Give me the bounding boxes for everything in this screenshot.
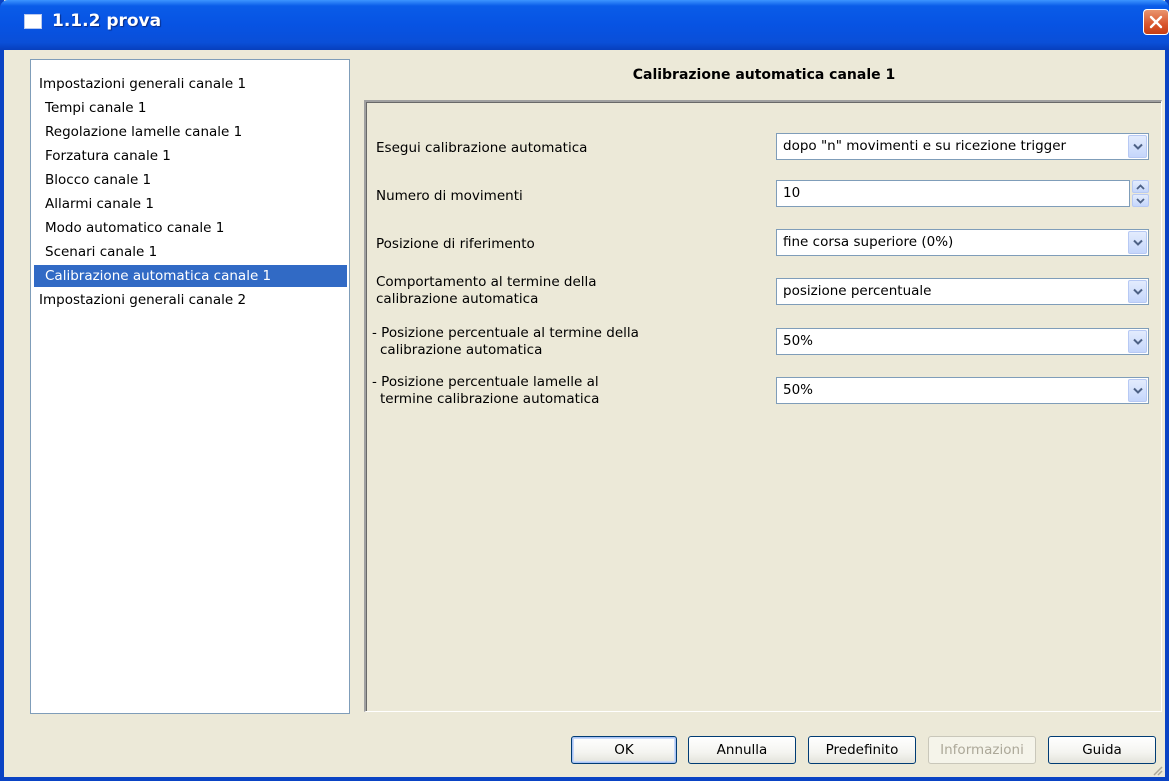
param-label-line: Numero di movimenti [376, 188, 523, 204]
chevron-down-icon [1136, 198, 1145, 204]
param-label-line: calibrazione automatica [376, 291, 539, 307]
chevron-down-icon [1133, 239, 1143, 246]
tree-item-label: Blocco canale 1 [45, 172, 152, 188]
tree-item-label: Calibrazione automatica canale 1 [34, 265, 347, 287]
tree-item[interactable]: Allarmi canale 1 [31, 192, 349, 216]
param-label-line: Posizione di riferimento [376, 236, 535, 252]
tree-item-label: Impostazioni generali canale 1 [39, 76, 247, 92]
param-label-line: termine calibrazione automatica [380, 391, 600, 407]
tree-item[interactable]: Tempi canale 1 [31, 96, 349, 120]
select-value: 50% [783, 333, 814, 349]
dropdown-button[interactable] [1128, 135, 1147, 158]
movements-count-stepper[interactable] [1132, 180, 1149, 207]
select-value: dopo "n" movimenti e su ricezione trigge… [783, 138, 1067, 154]
chevron-down-icon [1133, 288, 1143, 295]
param-label: Numero di movimenti [376, 188, 523, 205]
close-icon [1149, 15, 1163, 29]
param-label: - Posizione percentuale lamelle al termi… [372, 374, 599, 408]
tree-item-label: Modo automatico canale 1 [45, 220, 225, 236]
parameter-panel: Esegui calibrazione automatica dopo "n" … [364, 100, 1162, 712]
param-label: Esegui calibrazione automatica [376, 140, 587, 157]
dropdown-button[interactable] [1128, 379, 1147, 402]
param-label-line: - Posizione percentuale al termine della [372, 325, 639, 341]
param-label: Posizione di riferimento [376, 236, 535, 253]
param-label-line: - Posizione percentuale lamelle al [372, 374, 599, 390]
param-label: Comportamento al termine della calibrazi… [376, 274, 597, 308]
reference-position-select[interactable]: fine corsa superiore (0%) [776, 229, 1149, 256]
resize-grip-icon[interactable] [1150, 763, 1164, 777]
stepper-up-button[interactable] [1132, 180, 1149, 193]
default-button[interactable]: Predefinito [808, 736, 916, 764]
dropdown-button[interactable] [1128, 280, 1147, 303]
end-behavior-select[interactable]: posizione percentuale [776, 278, 1149, 305]
tree-item[interactable]: Blocco canale 1 [31, 168, 349, 192]
chevron-down-icon [1133, 387, 1143, 394]
chevron-down-icon [1133, 338, 1143, 345]
close-button[interactable] [1143, 9, 1169, 35]
param-label-line: Esegui calibrazione automatica [376, 140, 588, 156]
tree-item-label: Scenari canale 1 [45, 244, 158, 260]
parameter-tree[interactable]: Impostazioni generali canale 1 Tempi can… [30, 59, 350, 714]
info-button: Informazioni [928, 736, 1036, 764]
select-value: fine corsa superiore (0%) [783, 234, 954, 250]
param-label-line: Comportamento al termine della [376, 274, 597, 290]
tree-item-label: Regolazione lamelle canale 1 [45, 124, 243, 140]
window-title: 1.1.2 prova [52, 11, 162, 31]
calibration-mode-select[interactable]: dopo "n" movimenti e su ricezione trigge… [776, 133, 1149, 160]
input-value: 10 [783, 185, 801, 201]
dropdown-button[interactable] [1128, 330, 1147, 353]
chevron-down-icon [1133, 143, 1143, 150]
tree-item[interactable]: Regolazione lamelle canale 1 [31, 120, 349, 144]
tree-item-label: Impostazioni generali canale 2 [39, 292, 247, 308]
cancel-button[interactable]: Annulla [688, 736, 796, 764]
param-label-line: calibrazione automatica [380, 342, 543, 358]
window-icon [24, 14, 42, 29]
tree-item-label: Tempi canale 1 [45, 100, 147, 116]
tree-item-label: Forzatura canale 1 [45, 148, 171, 164]
select-value: 50% [783, 382, 814, 398]
movements-count-input[interactable]: 10 [776, 180, 1130, 207]
param-label: - Posizione percentuale al termine della… [372, 325, 639, 359]
tree-item[interactable]: Modo automatico canale 1 [31, 216, 349, 240]
end-position-percent-select[interactable]: 50% [776, 328, 1149, 355]
tree-item[interactable]: Impostazioni generali canale 2 [31, 288, 349, 312]
title-bar[interactable]: 1.1.2 prova [0, 0, 1169, 50]
dropdown-button[interactable] [1128, 231, 1147, 254]
tree-item[interactable]: Forzatura canale 1 [31, 144, 349, 168]
help-button[interactable]: Guida [1048, 736, 1156, 764]
panel-title: Calibrazione automatica canale 1 [632, 67, 896, 83]
ok-button[interactable]: OK [571, 736, 677, 764]
tree-item-selected[interactable]: Calibrazione automatica canale 1 [31, 264, 349, 288]
slat-position-percent-select[interactable]: 50% [776, 377, 1149, 404]
tree-item-label: Allarmi canale 1 [45, 196, 154, 212]
select-value: posizione percentuale [783, 283, 932, 299]
tree-item[interactable]: Impostazioni generali canale 1 [31, 72, 349, 96]
tree-item[interactable]: Scenari canale 1 [31, 240, 349, 264]
chevron-up-icon [1136, 184, 1145, 190]
stepper-down-button[interactable] [1132, 194, 1149, 207]
